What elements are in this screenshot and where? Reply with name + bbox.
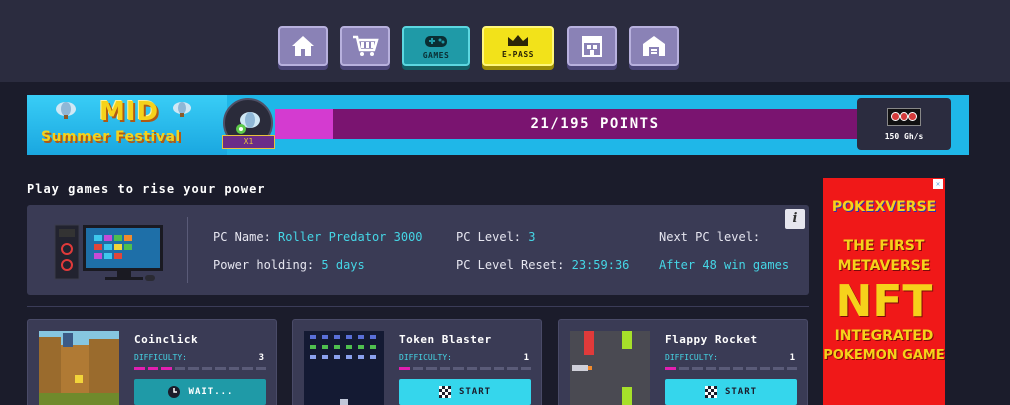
- start-button[interactable]: START: [665, 379, 797, 405]
- info-button[interactable]: i: [785, 209, 805, 229]
- wait-button[interactable]: WAIT...: [134, 379, 266, 405]
- pc-level-reset-value: 23:59:36: [571, 258, 630, 272]
- storefront-icon: [582, 36, 602, 57]
- difficulty-bar: [134, 367, 266, 370]
- checkered-flag-icon: [704, 386, 717, 398]
- top-nav: GAMES E-PASS: [0, 0, 1010, 82]
- difficulty-value: 3: [258, 353, 264, 363]
- section-divider: [27, 306, 809, 307]
- points-progress-fill: [275, 109, 333, 139]
- pc-power-holding-value: 5 days: [321, 258, 365, 272]
- difficulty-value: 1: [523, 353, 529, 363]
- section-title: Play games to rise your power: [27, 182, 266, 196]
- clock-icon: [167, 386, 180, 398]
- festival-title-bottom: Summer Festival: [41, 129, 181, 145]
- start-button[interactable]: START: [399, 379, 531, 405]
- crown-icon: [508, 34, 528, 46]
- nav-shop-button[interactable]: [340, 26, 390, 66]
- advertisement-banner[interactable]: ✕ POKEXVERSE THE FIRST METAVERSE NFT INT…: [823, 178, 945, 405]
- nav-epass-button[interactable]: E-PASS: [482, 26, 554, 66]
- ad-line-4: INTEGRATED: [834, 328, 934, 344]
- nav-home-button[interactable]: [278, 26, 328, 66]
- start-button-label: START: [458, 387, 492, 397]
- game-card-coinclick[interactable]: Coinclick DIFFICULTY: 3 WAIT...: [27, 319, 277, 405]
- pc-name: PC Name: Roller Predator 3000: [213, 230, 423, 244]
- balloon-icon: [173, 102, 191, 117]
- gamepad-icon: [425, 35, 447, 47]
- game-title: Coinclick: [134, 333, 199, 346]
- ad-close-icon[interactable]: ✕: [933, 179, 943, 189]
- balloon-token-icon: [236, 112, 260, 134]
- pc-illustration: [54, 224, 163, 281]
- difficulty-value: 1: [789, 353, 795, 363]
- nav-epass-label: E-PASS: [502, 49, 534, 59]
- warehouse-icon: [643, 36, 665, 56]
- game-card-flappy-rocket[interactable]: Flappy Rocket DIFFICULTY: 1 START: [558, 319, 808, 405]
- pc-level-value: 3: [528, 230, 536, 244]
- nav-games-label: GAMES: [422, 50, 450, 60]
- pc-power-holding: Power holding: 5 days: [213, 258, 365, 272]
- power-value: 150 Gh/s: [884, 131, 924, 141]
- token-blaster-thumbnail: [304, 331, 384, 405]
- nav-house-button[interactable]: [629, 26, 679, 66]
- ad-brand: POKEXVERSE: [831, 199, 937, 215]
- pc-level-reset: PC Level Reset: 23:59:36: [456, 258, 630, 272]
- ad-line-3: NFT: [835, 276, 933, 327]
- pc-divider: [187, 217, 188, 283]
- pc-level: PC Level: 3: [456, 230, 536, 244]
- difficulty-bar: [665, 367, 797, 370]
- difficulty-bar: [399, 367, 531, 370]
- checkered-flag-icon: [438, 386, 451, 398]
- festival-banner[interactable]: MID Summer Festival 21/195 POINTS X1 150…: [27, 95, 969, 155]
- ad-line-2: METAVERSE: [837, 258, 931, 274]
- difficulty-label: DIFFICULTY:: [134, 353, 187, 362]
- nav-games-button[interactable]: GAMES: [402, 26, 470, 66]
- wait-button-label: WAIT...: [188, 387, 234, 397]
- game-card-token-blaster[interactable]: Token Blaster DIFFICULTY: 1 START: [292, 319, 542, 405]
- home-icon: [292, 36, 314, 56]
- pc-name-value: Roller Predator 3000: [278, 230, 423, 244]
- game-title: Token Blaster: [399, 333, 492, 346]
- difficulty-label: DIFFICULTY:: [665, 353, 718, 362]
- coinclick-thumbnail: [39, 331, 119, 405]
- nav-store-button[interactable]: [567, 26, 617, 66]
- game-title: Flappy Rocket: [665, 333, 758, 346]
- pc-next-level-label: Next PC level:: [659, 230, 761, 244]
- ad-line-5: POKEMON GAME: [823, 348, 945, 363]
- difficulty-label: DIFFICULTY:: [399, 353, 452, 362]
- points-progress-text: 21/195 POINTS: [530, 116, 660, 132]
- flappy-rocket-thumbnail: [570, 331, 650, 405]
- gpu-icon: [887, 107, 921, 126]
- festival-title-top: MID: [99, 97, 160, 127]
- cart-icon: [353, 35, 379, 56]
- power-box: 150 Gh/s: [857, 98, 951, 150]
- festival-multiplier: X1: [222, 135, 275, 149]
- start-button-label: START: [724, 387, 758, 397]
- pc-info-panel: PC Name: Roller Predator 3000 Power hold…: [27, 205, 809, 295]
- ad-line-1: THE FIRST: [843, 238, 925, 254]
- balloon-icon: [56, 102, 76, 119]
- pc-next-level-value: After 48 win games: [659, 258, 790, 272]
